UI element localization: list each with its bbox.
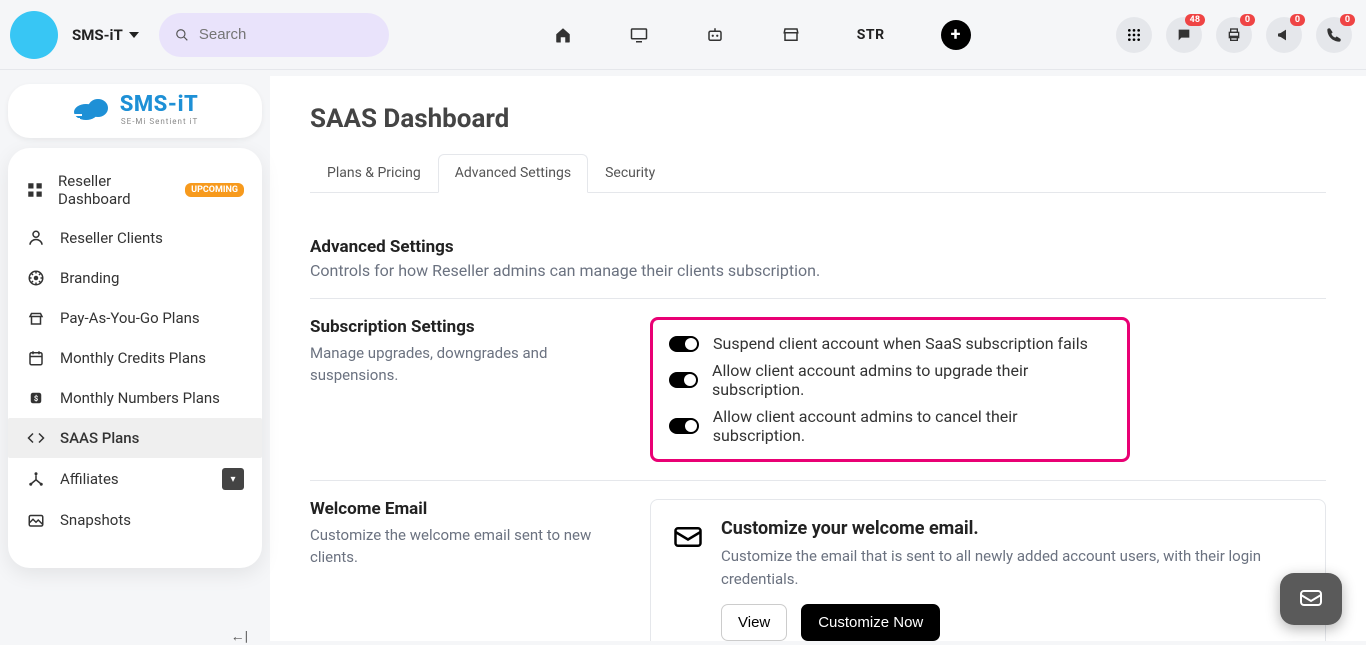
help-fab-icon[interactable]: [1280, 573, 1342, 625]
envelope-icon: [673, 522, 703, 552]
avatar[interactable]: [10, 11, 58, 59]
str-link[interactable]: STR: [857, 27, 885, 43]
sidebar-item-monthly-credits[interactable]: Monthly Credits Plans: [8, 338, 262, 378]
store-icon[interactable]: [781, 25, 801, 45]
toggle-label: Allow client account admins to upgrade t…: [712, 361, 1111, 399]
home-icon[interactable]: [553, 25, 573, 45]
sidebar-item-label: SAAS Plans: [60, 429, 139, 447]
welcome-email-card: Customize your welcome email. Customize …: [650, 499, 1326, 641]
sidebar-item-label: Reseller Dashboard: [58, 172, 167, 208]
tab-security[interactable]: Security: [588, 154, 672, 192]
sidebar-item-monthly-numbers[interactable]: $ Monthly Numbers Plans: [8, 378, 262, 418]
workspace-switcher[interactable]: SMS-iT: [72, 26, 139, 44]
welcome-heading: Welcome Email: [310, 499, 620, 519]
affiliates-icon: [26, 469, 46, 489]
welcome-card-title: Customize your welcome email.: [721, 518, 1303, 539]
search-icon: [175, 27, 189, 43]
subscription-heading: Subscription Settings: [310, 317, 620, 337]
chat-badge: 48: [1185, 14, 1205, 27]
chat-icon[interactable]: 48: [1166, 17, 1202, 53]
robot-icon[interactable]: [705, 25, 725, 45]
sidebar-item-reseller-clients[interactable]: Reseller Clients: [8, 218, 262, 258]
brand-name: SMS-iT: [120, 92, 199, 117]
sidebar-item-label: Branding: [60, 269, 119, 287]
print-icon[interactable]: 0: [1216, 17, 1252, 53]
chevron-down-icon[interactable]: ▾: [222, 468, 244, 490]
sidebar-item-label: Pay-As-You-Go Plans: [60, 309, 200, 327]
sidebar-item-payg-plans[interactable]: Pay-As-You-Go Plans: [8, 298, 262, 338]
apps-grid-icon[interactable]: [1116, 17, 1152, 53]
dashboard-icon: [26, 180, 44, 200]
add-button[interactable]: +: [941, 20, 971, 50]
subscription-settings-section: Subscription Settings Manage upgrades, d…: [310, 299, 1326, 481]
top-nav-icons: STR +: [553, 20, 971, 50]
main-content: SAAS Dashboard Plans & Pricing Advanced …: [270, 76, 1366, 641]
sidebar-item-label: Monthly Numbers Plans: [60, 389, 220, 407]
sidebar-item-label: Affiliates: [60, 470, 119, 488]
numbers-icon: $: [26, 388, 46, 408]
payg-icon: [26, 308, 46, 328]
welcome-card-description: Customize the email that is sent to all …: [721, 545, 1303, 590]
sidebar-item-snapshots[interactable]: Snapshots: [8, 500, 262, 540]
toggle-suspend-on-fail: Suspend client account when SaaS subscri…: [669, 330, 1111, 357]
phone-badge: 0: [1340, 14, 1355, 27]
advanced-settings-section: Advanced Settings Controls for how Resel…: [310, 219, 1326, 299]
branding-icon: [26, 268, 46, 288]
clients-icon: [26, 228, 46, 248]
subscription-description: Manage upgrades, downgrades and suspensi…: [310, 343, 620, 387]
collapse-sidebar-icon[interactable]: ←|: [231, 628, 248, 645]
advanced-heading: Advanced Settings: [310, 237, 1326, 257]
announce-badge: 0: [1290, 14, 1305, 27]
sidebar-item-label: Monthly Credits Plans: [60, 349, 206, 367]
toggle-label: Suspend client account when SaaS subscri…: [713, 334, 1088, 353]
top-right-icons: 48 0 0 0: [1116, 17, 1352, 53]
svg-text:$: $: [34, 394, 38, 403]
announce-icon[interactable]: 0: [1266, 17, 1302, 53]
upcoming-tag: UPCOMING: [185, 183, 244, 197]
chevron-down-icon: [129, 32, 139, 38]
code-icon: [26, 428, 46, 448]
tabs: Plans & Pricing Advanced Settings Securi…: [310, 154, 1326, 193]
toggle-label: Allow client account admins to cancel th…: [713, 407, 1111, 445]
advanced-description: Controls for how Reseller admins can man…: [310, 261, 1326, 280]
welcome-email-section: Welcome Email Customize the welcome emai…: [310, 481, 1326, 641]
sidebar-item-affiliates[interactable]: Affiliates ▾: [8, 458, 262, 500]
toggle-switch[interactable]: [669, 336, 699, 352]
subscription-toggles-box: Suspend client account when SaaS subscri…: [650, 317, 1130, 462]
page-title: SAAS Dashboard: [310, 104, 1326, 134]
customize-now-button[interactable]: Customize Now: [801, 604, 940, 641]
monitor-icon[interactable]: [629, 25, 649, 45]
toggle-switch[interactable]: [669, 418, 699, 434]
credits-icon: [26, 348, 46, 368]
search-field[interactable]: [159, 13, 389, 57]
sidebar: SMS-iT SE-Mi Sentient iT Reseller Dashbo…: [0, 70, 270, 641]
snapshots-icon: [26, 510, 46, 530]
workspace-name: SMS-iT: [72, 26, 123, 44]
brand-cloud-icon: [72, 94, 114, 124]
phone-icon[interactable]: 0: [1316, 17, 1352, 53]
view-button[interactable]: View: [721, 604, 787, 641]
search-input[interactable]: [199, 26, 373, 43]
sidebar-item-branding[interactable]: Branding: [8, 258, 262, 298]
sidebar-item-saas-plans[interactable]: SAAS Plans: [8, 418, 262, 458]
sidebar-item-label: Snapshots: [60, 511, 131, 529]
brand-tagline: SE-Mi Sentient iT: [120, 117, 199, 126]
brand-card: SMS-iT SE-Mi Sentient iT: [8, 84, 262, 138]
toggle-allow-cancel: Allow client account admins to cancel th…: [669, 403, 1111, 449]
print-badge: 0: [1240, 14, 1255, 27]
sidebar-item-reseller-dashboard[interactable]: Reseller Dashboard UPCOMING: [8, 162, 262, 218]
tab-advanced-settings[interactable]: Advanced Settings: [438, 154, 588, 193]
toggle-allow-upgrade: Allow client account admins to upgrade t…: [669, 357, 1111, 403]
toggle-switch[interactable]: [669, 372, 698, 388]
side-menu[interactable]: Reseller Dashboard UPCOMING Reseller Cli…: [8, 148, 262, 568]
top-bar: SMS-iT STR + 48 0: [0, 0, 1366, 70]
welcome-description: Customize the welcome email sent to new …: [310, 525, 620, 569]
sidebar-item-label: Reseller Clients: [60, 229, 163, 247]
tab-plans-pricing[interactable]: Plans & Pricing: [310, 154, 438, 192]
